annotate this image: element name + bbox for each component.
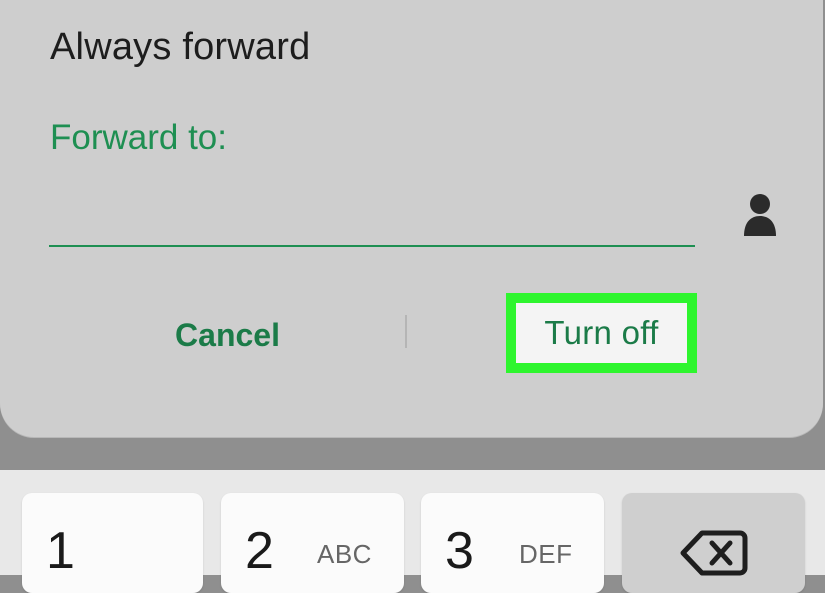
key-letters: ABC — [317, 539, 372, 569]
dialpad-key-3[interactable]: 3 DEF — [421, 493, 604, 593]
dialog-title: Always forward — [50, 26, 311, 68]
delete-key[interactable] — [622, 493, 805, 593]
forward-to-input[interactable] — [49, 185, 695, 247]
button-divider — [405, 315, 407, 348]
contact-person-icon[interactable] — [742, 192, 778, 236]
cancel-button[interactable]: Cancel — [150, 310, 305, 360]
dialpad-key-1[interactable]: 1 — [22, 493, 203, 593]
dialpad-key-2[interactable]: 2 ABC — [221, 493, 404, 593]
always-forward-dialog: Always forward Forward to: Cancel Turn o… — [0, 0, 823, 437]
key-digit: 2 — [245, 522, 274, 580]
key-digit: 3 — [445, 522, 474, 580]
turn-off-button[interactable]: Turn off — [506, 293, 697, 373]
key-letters: DEF — [519, 539, 573, 569]
key-digit: 1 — [46, 522, 75, 580]
forward-to-label: Forward to: — [50, 118, 227, 157]
backspace-icon — [680, 530, 748, 576]
